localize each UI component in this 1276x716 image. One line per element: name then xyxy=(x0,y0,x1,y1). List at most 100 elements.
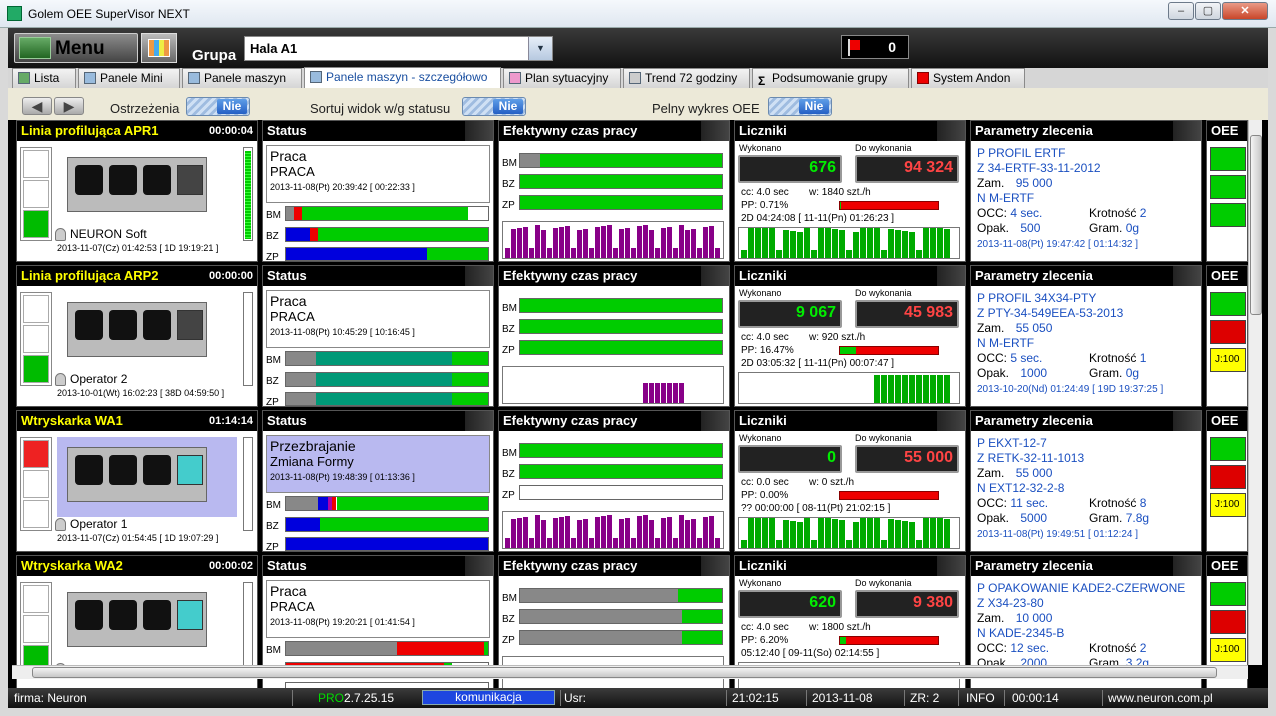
zam-label: Zam. xyxy=(977,611,1005,625)
histogram-bar xyxy=(895,375,901,403)
oee-panel[interactable]: OEE xyxy=(1206,120,1248,262)
menu-button[interactable]: Menu xyxy=(14,33,138,63)
oee-indicator xyxy=(1210,147,1246,171)
user-icon xyxy=(55,373,66,387)
counters-panel[interactable]: Liczniki Wykonano Do wykonania 9 067 45 … xyxy=(734,265,966,407)
param-date: 2013-11-08(Pt) 19:47:42 [ 01:14:32 ] xyxy=(977,239,1139,250)
group-select[interactable]: Hala A1 ▼ xyxy=(244,36,553,61)
machine-row: Wtryskarka WA1 01:14:14 Operator 1 2013-1… xyxy=(12,410,1248,553)
machine-panel[interactable]: Wtryskarka WA1 01:14:14 Operator 1 2013-1… xyxy=(16,410,258,552)
bar-segment xyxy=(302,207,468,220)
chart-button[interactable] xyxy=(141,33,177,63)
status-info[interactable]: INFO xyxy=(966,691,995,705)
tab-podsumowanie[interactable]: Σ Podsumowanie grupy xyxy=(752,68,909,88)
progress-fill xyxy=(840,202,841,209)
eff-panel[interactable]: Efektywny czas pracy BM BZ ZP xyxy=(498,120,730,262)
vertical-scroll-thumb[interactable] xyxy=(1250,135,1262,315)
histogram-bar xyxy=(715,538,720,548)
machine-name: Wtryskarka WA1 xyxy=(21,413,123,428)
done-counter: 620 xyxy=(738,590,842,618)
oee-panel[interactable]: OEE J:100 xyxy=(1206,265,1248,407)
status-panel[interactable]: Status Praca PRACA 2013-11-08(Pt) 20:39:… xyxy=(262,120,494,263)
histogram-bar xyxy=(523,517,528,548)
tab-panele-maszyn[interactable]: Panele maszyn xyxy=(182,68,302,88)
histogram-bar xyxy=(697,538,702,548)
vertical-scrollbar[interactable] xyxy=(1248,120,1262,665)
gram-value: 7.8g xyxy=(1125,511,1150,525)
status-light xyxy=(23,180,49,208)
histogram-bar xyxy=(631,248,636,258)
period-text: 2D 04:24:08 [ 11-11(Pn) 01:26:23 ] xyxy=(741,213,895,224)
machine-part xyxy=(143,165,171,195)
tab-lista[interactable]: Lista xyxy=(12,68,76,88)
status-firm: firma: Neuron xyxy=(14,691,87,705)
params-header: Parametry zlecenia xyxy=(971,411,1201,431)
bar-segment xyxy=(520,444,722,457)
chevron-down-icon[interactable]: ▼ xyxy=(528,37,552,60)
bm-label: BM xyxy=(266,645,281,656)
machine-timer: 00:00:00 xyxy=(208,270,253,282)
machine-panel[interactable]: Linia profilująca APR1 00:00:04 NEURON So… xyxy=(16,120,258,262)
machine-timer: 00:00:02 xyxy=(208,560,253,572)
histogram-bar xyxy=(667,227,672,258)
window-titlebar[interactable]: Golem OEE SuperVisor NEXT – ▢ ✕ xyxy=(0,0,1276,28)
status-separator xyxy=(806,690,807,706)
prev-arrow-button[interactable]: ◀ xyxy=(22,97,52,115)
operator-name: NEURON Soft xyxy=(70,227,147,241)
status-panel[interactable]: Status Przezbrajanie Zmiana Formy 2013-1… xyxy=(262,410,494,553)
tab-system-andon[interactable]: System Andon xyxy=(911,68,1025,88)
status-date: 2013-11-08(Pt) 10:45:29 [ 10:16:45 ] xyxy=(270,327,415,337)
eff-panel[interactable]: Efektywny czas pracy BM BZ ZP xyxy=(498,410,730,552)
histogram-bar xyxy=(595,227,600,258)
zam-value: 95 000 xyxy=(1015,176,1053,190)
horizontal-scroll-thumb[interactable] xyxy=(32,667,1217,678)
tab-plan-sytuacyjny[interactable]: Plan sytuacyjny xyxy=(503,68,621,88)
close-button[interactable]: ✕ xyxy=(1222,2,1268,20)
param-krot: Krotność 1 xyxy=(1089,351,1146,365)
params-panel[interactable]: Parametry zlecenia P PROFIL ERTF Z 34-ER… xyxy=(970,120,1202,262)
maximize-button[interactable]: ▢ xyxy=(1195,2,1221,20)
histogram-bar xyxy=(797,232,803,258)
machine-panel[interactable]: Linia profilująca ARP2 00:00:00 Operator … xyxy=(16,265,258,407)
status-time: 21:02:15 xyxy=(732,691,779,705)
bm-bar xyxy=(285,206,489,221)
next-arrow-button[interactable]: ▶ xyxy=(54,97,84,115)
sort-toggle[interactable]: Nie xyxy=(462,97,526,116)
rate: w: 1840 szt./h xyxy=(809,187,871,198)
zp-label: ZP xyxy=(502,490,515,501)
machine-part xyxy=(177,455,203,485)
histogram-bar xyxy=(937,375,943,403)
tab-panele-maszyn-szczegolowo[interactable]: Panele maszyn - szczegółowo xyxy=(304,67,501,89)
tab-panele-mini[interactable]: Panele Mini xyxy=(78,68,180,88)
oee-panel[interactable]: OEE J:100 xyxy=(1206,410,1248,552)
params-panel[interactable]: Parametry zlecenia P EKXT-12-7 Z RETK-32… xyxy=(970,410,1202,552)
eff-title: Efektywny czas pracy xyxy=(503,123,638,138)
warnings-toggle[interactable]: Nie xyxy=(186,97,250,116)
minimize-button[interactable]: – xyxy=(1168,2,1194,20)
histogram-bar xyxy=(909,375,915,403)
params-panel[interactable]: Parametry zlecenia P PROFIL 34X34-PTY Z … xyxy=(970,265,1202,407)
status-website[interactable]: www.neuron.com.pl xyxy=(1108,691,1213,705)
histogram-bar xyxy=(776,540,782,548)
bar-segment xyxy=(520,320,722,333)
done-label: Wykonano xyxy=(739,143,782,153)
machine-part xyxy=(75,165,103,195)
horizontal-scrollbar[interactable] xyxy=(12,665,1248,679)
bar-segment xyxy=(294,207,303,220)
oee-indicator xyxy=(1210,175,1246,199)
header-shade xyxy=(937,121,965,141)
oee-indicator: J:100 xyxy=(1210,493,1246,517)
tab-trend-72[interactable]: Trend 72 godziny xyxy=(623,68,750,88)
counters-panel[interactable]: Liczniki Wykonano Do wykonania 676 94 32… xyxy=(734,120,966,262)
krot-label: Krotność xyxy=(1089,496,1137,510)
status-separator xyxy=(1004,690,1005,706)
counters-panel[interactable]: Liczniki Wykonano Do wykonania 0 55 000 … xyxy=(734,410,966,552)
oee-header: OEE xyxy=(1207,266,1247,286)
full-oee-toggle[interactable]: Nie xyxy=(768,97,832,116)
status-panel[interactable]: Status Praca PRACA 2013-11-08(Pt) 10:45:… xyxy=(262,265,494,408)
header-shade xyxy=(465,556,493,576)
counters-header: Liczniki xyxy=(735,266,965,286)
alerts-counter[interactable]: 0 xyxy=(841,35,909,59)
bm-label: BM xyxy=(502,448,517,459)
eff-panel[interactable]: Efektywny czas pracy BM BZ ZP xyxy=(498,265,730,407)
